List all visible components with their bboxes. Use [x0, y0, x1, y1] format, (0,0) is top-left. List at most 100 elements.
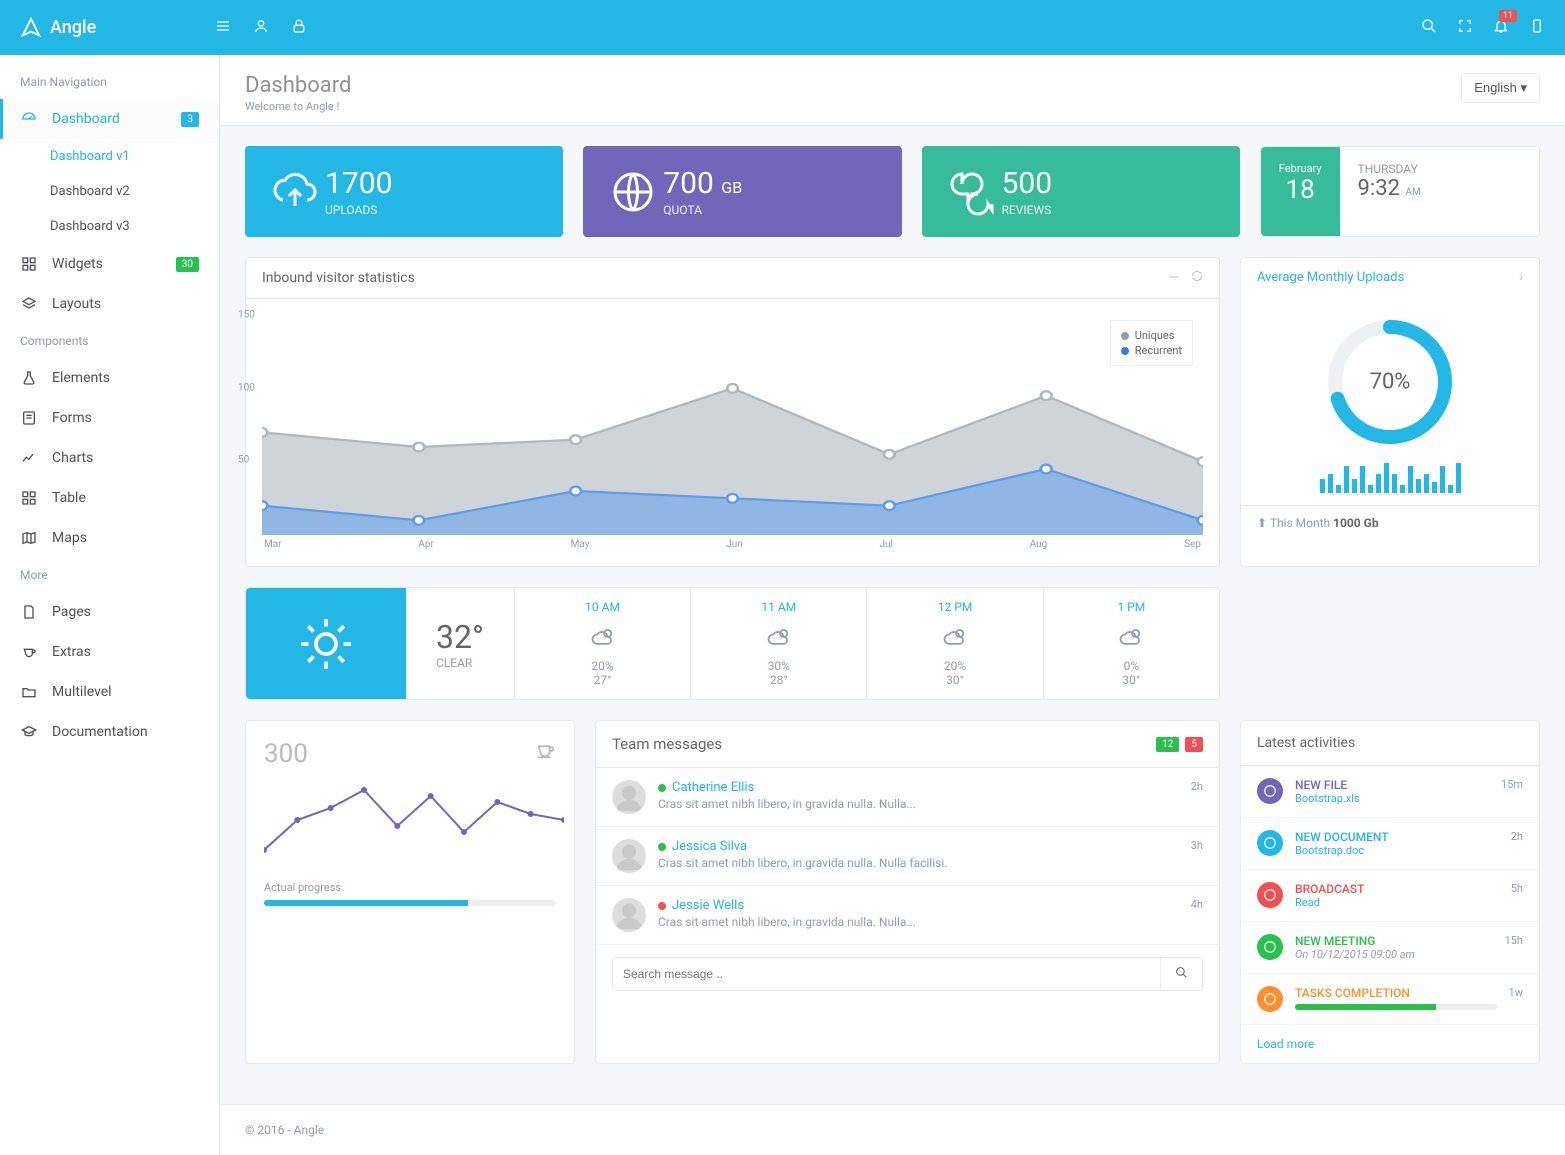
cup-icon [20, 644, 38, 660]
sidebar-label: Layouts [52, 296, 101, 312]
language-dropdown[interactable]: English ▾ [1461, 73, 1540, 103]
fullscreen-icon[interactable] [1457, 18, 1473, 38]
message-item[interactable]: Jessie WellsCras sit amet nibh libero, i… [596, 886, 1219, 945]
activity-sub[interactable]: Read [1295, 896, 1499, 909]
brand-icon [20, 17, 42, 39]
donut-chart: 70% [1325, 317, 1455, 447]
sidebar-label: Maps [52, 530, 87, 546]
visitor-stats-panel: Inbound visitor statistics — 150 100 50 [245, 257, 1220, 567]
activity-item[interactable]: NEW FILEBootstrap.xls15m [1241, 766, 1539, 818]
message-item[interactable]: Jessica SilvaCras sit amet nibh libero, … [596, 827, 1219, 886]
user-icon[interactable] [253, 18, 269, 38]
activity-item[interactable]: NEW MEETINGOn 10/12/2015 09:00 am15h [1241, 922, 1539, 974]
status-dot [658, 784, 666, 792]
brand-label: Angle [50, 17, 96, 38]
sidebar-item-elements[interactable]: Elements [0, 358, 219, 398]
panel-title: Inbound visitor statistics [262, 270, 415, 286]
stat-reviews[interactable]: 500 Reviews [922, 146, 1240, 237]
bubbles-icon [942, 168, 1002, 216]
activity-time: 2h [1511, 830, 1523, 843]
activity-item[interactable]: BROADCASTRead5h [1241, 870, 1539, 922]
sidebar-item-maps[interactable]: Maps [0, 518, 219, 558]
weather-hour: 11 AM30%28° [690, 588, 866, 699]
sparkline [264, 787, 564, 867]
sidebar-sub-dashboard-v3[interactable]: Dashboard v3 [0, 209, 219, 244]
stat-label: Uploads [325, 203, 392, 217]
sidebar-item-charts[interactable]: Charts [0, 438, 219, 478]
refresh-icon[interactable] [1191, 270, 1203, 286]
status-dot [658, 902, 666, 910]
offcanvas-icon[interactable] [1529, 18, 1545, 38]
activity-time: 5h [1511, 882, 1523, 895]
sidebar-sub-dashboard-v2[interactable]: Dashboard v2 [0, 174, 219, 209]
sidebar-label: Dashboard [52, 111, 120, 127]
sidebar-heading-more: More [0, 558, 219, 592]
sidebar-badge: 30 [176, 257, 199, 272]
hour-time: 12 PM [875, 600, 1034, 614]
progress-card: 300 Actual progress [245, 720, 575, 1064]
brand[interactable]: Angle [20, 17, 215, 39]
chart-xaxis: MarAprMayJunJulAugSep [262, 539, 1203, 550]
activity-icon [1257, 986, 1283, 1012]
notifications-badge: 11 [1499, 10, 1517, 22]
notifications-icon[interactable]: 11 [1493, 18, 1509, 38]
progress-bar [264, 900, 556, 906]
activity-item[interactable]: TASKS COMPLETION1w [1241, 974, 1539, 1025]
sun-icon [246, 588, 406, 699]
sidebar-item-multilevel[interactable]: Multilevel [0, 672, 219, 712]
sidebar-item-extras[interactable]: Extras [0, 632, 219, 672]
panel-title[interactable]: Average Monthly Uploads [1257, 270, 1404, 285]
activity-sub[interactable]: Bootstrap.doc [1295, 844, 1499, 857]
sidebar-item-dashboard[interactable]: Dashboard 3 [0, 99, 219, 139]
sidebar-item-documentation[interactable]: Documentation [0, 712, 219, 752]
activity-sub[interactable]: Bootstrap.xls [1295, 792, 1489, 805]
amu-footer: ⬆ This Month 1000 Gb [1241, 505, 1539, 540]
message-time: 4h [1191, 898, 1203, 911]
page-header: Dashboard Welcome to Angle ! English ▾ [220, 55, 1565, 126]
progress-label: Actual progress [264, 881, 556, 894]
status-dot [658, 843, 666, 851]
messages-badge-red: 5 [1185, 737, 1203, 752]
current-temp: 32° [436, 618, 484, 656]
activity-item[interactable]: NEW DOCUMENTBootstrap.doc2h [1241, 818, 1539, 870]
sidebar-sub-dashboard-v1[interactable]: Dashboard v1 [0, 139, 219, 174]
menu-toggle-icon[interactable] [215, 18, 231, 38]
hour-temp: 27° [523, 673, 682, 687]
sidebar-item-forms[interactable]: Forms [0, 398, 219, 438]
activities-panel: Latest activities NEW FILEBootstrap.xls1… [1240, 720, 1540, 1064]
message-item[interactable]: Catherine EllisCras sit amet nibh libero… [596, 768, 1219, 827]
sidebar-label: Pages [52, 604, 91, 620]
messages-panel: Team messages 12 5 Catherine EllisCras s… [595, 720, 1220, 1064]
layers-icon [20, 296, 38, 312]
grid-icon [20, 256, 38, 272]
panel-title: Latest activities [1241, 721, 1539, 766]
grid-icon [20, 490, 38, 506]
stat-uploads[interactable]: 1700 Uploads [245, 146, 563, 237]
activity-icon [1257, 882, 1283, 908]
topbar: Angle 11 [0, 0, 1565, 55]
search-message-input[interactable] [612, 957, 1161, 991]
sidebar: Main Navigation Dashboard 3 Dashboard v1… [0, 55, 220, 1155]
footer: © 2016 - Angle [220, 1104, 1565, 1155]
time-label: 9:32 [1358, 176, 1400, 201]
search-icon[interactable] [1421, 18, 1437, 38]
sidebar-item-widgets[interactable]: Widgets 30 [0, 244, 219, 284]
activity-sub: On 10/12/2015 09:00 am [1295, 948, 1493, 961]
ytick: 50 [238, 455, 249, 466]
stat-quota[interactable]: 700 GB Quota [583, 146, 901, 237]
language-label: English [1474, 80, 1517, 95]
sidebar-item-table[interactable]: Table [0, 478, 219, 518]
load-more-link[interactable]: Load more [1241, 1025, 1539, 1063]
hour-time: 10 AM [523, 600, 682, 614]
sidebar-item-layouts[interactable]: Layouts [0, 284, 219, 324]
page-title: Dashboard [245, 73, 351, 98]
collapse-icon[interactable]: — [1168, 270, 1179, 286]
visitor-chart: 150 100 50 Uniques Recurrent [262, 315, 1203, 535]
message-time: 3h [1191, 839, 1203, 852]
hour-temp: 30° [875, 673, 1034, 687]
lock-icon[interactable] [291, 18, 307, 38]
weather-hour: 1 PM0%30° [1043, 588, 1219, 699]
chevron-right-icon[interactable]: › [1519, 270, 1523, 285]
sidebar-item-pages[interactable]: Pages [0, 592, 219, 632]
search-message-button[interactable] [1161, 957, 1203, 991]
